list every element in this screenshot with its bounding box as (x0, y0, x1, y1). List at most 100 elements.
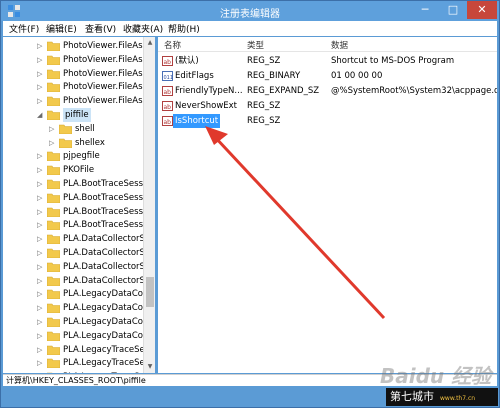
tree-item[interactable]: ▷ PLA.LegacyDataColl (3, 301, 148, 315)
registry-value-row[interactable]: 011 EditFlags REG_BINARY 01 00 00 00 (158, 69, 497, 83)
value-data: 01 00 00 00 (331, 71, 383, 81)
scroll-up-icon[interactable]: ▲ (144, 37, 156, 49)
tree-item[interactable]: ▷ PLA.LegacyDataColl (3, 287, 148, 301)
registry-editor-window: 注册表编辑器 ─ □ ✕ 文件(F) 编辑(E) 查看(V) 收藏夹(A) 帮助… (0, 0, 500, 408)
expand-arrow-icon[interactable]: ▷ (37, 205, 45, 219)
tree-item[interactable]: ▷ PLA.BootTraceSessi (3, 205, 146, 219)
folder-icon (47, 248, 60, 258)
column-header-name[interactable]: 名称 (164, 39, 181, 51)
value-name: IsShortcut (173, 114, 221, 128)
column-header-type[interactable]: 类型 (247, 39, 264, 51)
tree-item-label: PKOFile (63, 165, 95, 176)
menu-file[interactable]: 文件(F) (9, 22, 39, 35)
maximize-button[interactable]: □ (439, 1, 467, 19)
expand-arrow-icon[interactable]: ▷ (37, 177, 45, 191)
tree-item[interactable]: ▷ PLA.DataCollectorSe (3, 246, 150, 260)
menu-help[interactable]: 帮助(H) (168, 22, 200, 35)
tree-item[interactable]: ◢ piffile (3, 108, 143, 122)
value-type: REG_SZ (247, 101, 281, 111)
folder-icon (47, 96, 60, 107)
expand-arrow-icon[interactable]: ▷ (37, 315, 45, 329)
scroll-down-icon[interactable]: ▼ (144, 361, 156, 373)
folder-icon (47, 359, 60, 369)
expand-arrow-icon[interactable]: ▷ (37, 232, 45, 246)
expand-arrow-icon[interactable]: ▷ (37, 260, 45, 274)
expand-arrow-icon[interactable]: ▷ (37, 191, 45, 205)
folder-icon (47, 345, 60, 355)
expand-arrow-icon[interactable]: ▷ (37, 343, 45, 357)
folder-icon (47, 303, 60, 314)
tree-item[interactable]: ▷ shellex (3, 136, 143, 150)
expand-arrow-icon[interactable]: ▷ (37, 329, 45, 343)
column-header-data[interactable]: 数据 (331, 39, 348, 51)
minimize-button[interactable]: ─ (411, 1, 439, 19)
folder-icon (47, 110, 60, 120)
folder-icon (47, 331, 60, 341)
value-type: REG_BINARY (247, 71, 301, 81)
expand-arrow-icon[interactable]: ▷ (37, 356, 45, 370)
registry-value-row[interactable]: ab IsShortcut REG_SZ (158, 114, 497, 128)
tree-item[interactable]: ▷ PhotoViewer.FileAss (3, 80, 147, 94)
scroll-thumb[interactable] (146, 277, 154, 307)
tree-item[interactable]: ▷ PhotoViewer.FileAss (3, 53, 147, 67)
tree-item[interactable]: ▷ PLA.LegacyTraceSes (3, 343, 149, 357)
tree-item[interactable]: ▷ PhotoViewer.FileAss (3, 39, 147, 53)
tree-item-label: PLA.LegacyDataColl (63, 330, 148, 341)
tree-item[interactable]: ▷ PLA.BootTraceSessi (3, 218, 145, 232)
folder-icon (59, 124, 72, 134)
tree-item[interactable]: ▷ PLA.LegacyTraceSes (3, 370, 149, 373)
folder-icon (47, 262, 60, 272)
tree-item-label: PLA.LegacyTraceSes (63, 344, 150, 355)
menu-favorites[interactable]: 收藏夹(A) (123, 22, 163, 35)
registry-value-row[interactable]: ab FriendlyTypeN... REG_EXPAND_SZ @%SystemR… (158, 84, 497, 98)
tree-item[interactable]: ▷ PKOFile (3, 163, 143, 177)
tree-item[interactable]: ▷ PLA.BootTraceSessi (3, 177, 146, 191)
expand-arrow-icon[interactable]: ▷ (37, 218, 45, 232)
registry-value-row[interactable]: ab (默认) REG_SZ Shortcut to MS-DOS Program (158, 54, 497, 68)
expand-arrow-icon[interactable]: ▷ (37, 287, 45, 301)
expand-arrow-icon[interactable]: ▷ (37, 163, 45, 177)
registry-value-row[interactable]: ab NeverShowExt REG_SZ (158, 99, 497, 113)
string-value-icon: ab (162, 101, 173, 111)
tree-item[interactable]: ▷ PLA.LegacyDataColl (3, 315, 148, 329)
expand-arrow-icon[interactable]: ▷ (49, 122, 57, 136)
folder-icon (47, 41, 60, 51)
expand-arrow-icon[interactable]: ▷ (37, 80, 45, 94)
tree-item[interactable]: ▷ PLA.DataCollectorSe (3, 232, 150, 246)
folder-icon (47, 165, 60, 176)
expand-arrow-icon[interactable]: ▷ (37, 370, 45, 373)
tree-item-label: PLA.BootTraceSessi (63, 206, 146, 217)
expand-arrow-icon[interactable]: ▷ (37, 149, 45, 163)
values-list: 名称 类型 数据 ab (默认) REG_SZ Shortcut to MS-DOS … (158, 37, 497, 373)
expand-arrow-icon[interactable]: ▷ (37, 246, 45, 260)
tree-item-label: PhotoViewer.FileAss (63, 41, 147, 51)
expand-arrow-icon[interactable]: ▷ (37, 67, 45, 81)
tree-item[interactable]: ▷ PLA.DataCollectorSe (3, 274, 150, 288)
tree-item-label: PLA.LegacyDataColl (63, 303, 148, 314)
menu-edit[interactable]: 编辑(E) (46, 22, 77, 35)
tree-item[interactable]: ▷ PLA.LegacyDataColl (3, 329, 148, 343)
folder-icon (59, 138, 72, 148)
tree-item[interactable]: ▷ shell (3, 122, 143, 136)
tree-scrollbar[interactable]: ▲ ▼ (143, 37, 155, 373)
expand-arrow-icon[interactable]: ▷ (37, 53, 45, 67)
tree-item[interactable]: ▷ PhotoViewer.FileAss (3, 67, 147, 81)
tree-item-label: PhotoViewer.FileAss (63, 96, 147, 107)
svg-text:011: 011 (164, 75, 174, 81)
menu-view[interactable]: 查看(V) (85, 22, 116, 35)
tree-item-label: PLA.LegacyDataColl (63, 289, 148, 300)
expand-arrow-icon[interactable]: ▷ (37, 39, 45, 53)
close-button[interactable]: ✕ (467, 1, 497, 19)
collapse-arrow-icon[interactable]: ◢ (37, 108, 45, 122)
expand-arrow-icon[interactable]: ▷ (37, 301, 45, 315)
expand-arrow-icon[interactable]: ▷ (37, 274, 45, 288)
tree-item[interactable]: ▷ pjpegfile (3, 149, 143, 163)
expand-arrow-icon[interactable]: ▷ (49, 136, 57, 150)
expand-arrow-icon[interactable]: ▷ (37, 94, 45, 108)
tree-item-label: PLA.BootTraceSessi (63, 179, 146, 189)
tree-item[interactable]: ▷ PLA.BootTraceSessi (3, 191, 145, 205)
tree-item[interactable]: ▷ PLA.DataCollectorSe (3, 260, 150, 274)
tree-item[interactable]: ▷ PhotoViewer.FileAss (3, 94, 147, 108)
tree-item[interactable]: ▷ PLA.LegacyTraceSes (3, 356, 149, 370)
value-type: REG_EXPAND_SZ (247, 86, 320, 96)
